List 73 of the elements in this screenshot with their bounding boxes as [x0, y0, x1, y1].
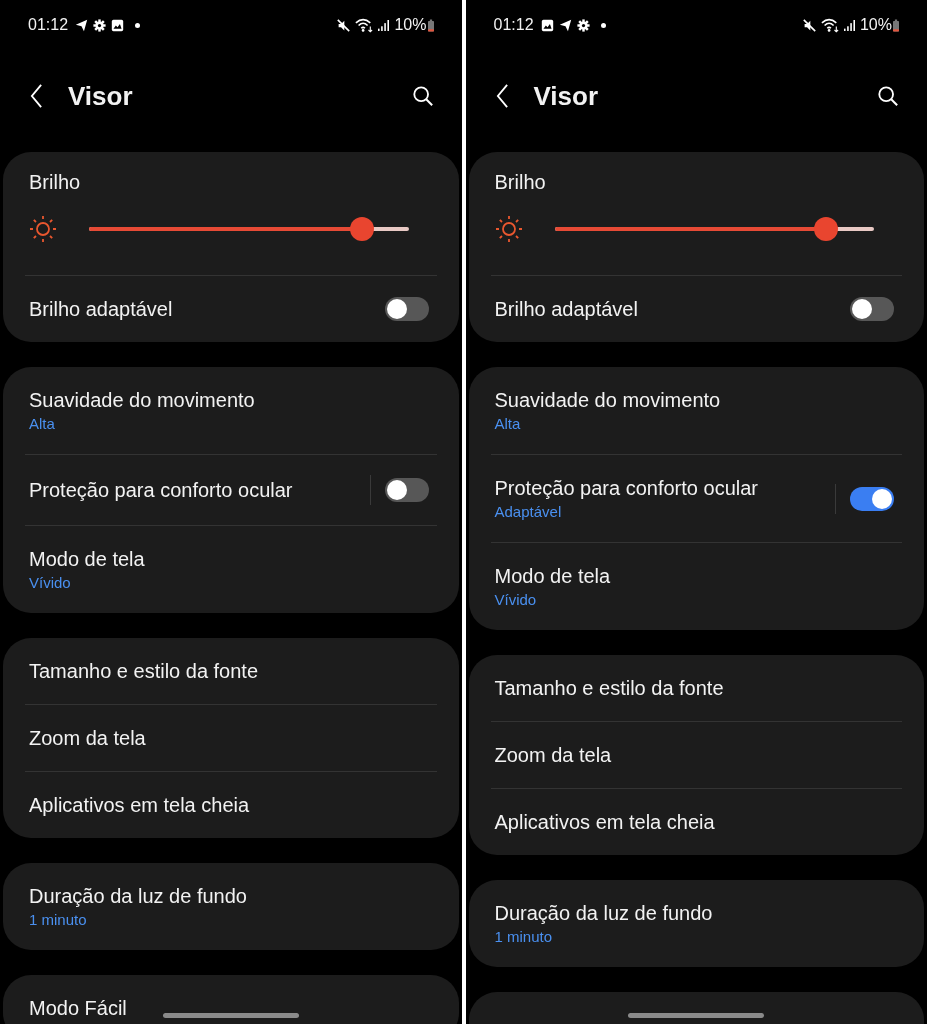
setting-label: Duração da luz de fundo: [29, 884, 247, 909]
setting-label: Tamanho e estilo da fonte: [29, 659, 259, 684]
back-icon[interactable]: [495, 84, 509, 108]
settings-item[interactable]: Duração da luz de fundo 1 minuto: [468, 880, 924, 967]
settings-item[interactable]: Suavidade do movimento Alta: [468, 367, 924, 454]
settings-item[interactable]: Aplicativos em tela cheia: [468, 789, 924, 855]
settings-item[interactable]: Duração da luz de fundo 1 minuto: [3, 863, 459, 950]
setting-label: Tamanho e estilo da fonte: [494, 676, 724, 701]
image-icon: [540, 18, 554, 32]
setting-label: Modo de tela: [494, 564, 611, 589]
brightness-slider[interactable]: [554, 217, 874, 241]
notification-dot-icon: [600, 22, 606, 28]
settings-item[interactable]: Modo de tela Vívido: [3, 526, 459, 613]
page-title: Visor: [533, 80, 599, 112]
setting-label: Modo Fácil: [29, 996, 127, 1021]
setting-label: Duração da luz de fundo: [494, 901, 713, 926]
settings-item[interactable]: Tamanho e estilo da fonte: [3, 638, 459, 704]
setting-label: Suavidade do movimento: [29, 388, 255, 413]
setting-value: Vívido: [494, 590, 537, 610]
toggle-switch[interactable]: [850, 486, 894, 511]
notification-dot-icon: [135, 22, 141, 28]
setting-label: Brilho: [494, 170, 547, 195]
battery-icon: [427, 18, 434, 32]
search-icon[interactable]: [877, 85, 899, 107]
settings-item[interactable]: Modo de tela Vívido: [468, 543, 924, 630]
setting-label: Modo de tela: [29, 547, 145, 572]
settings-icon: [93, 18, 107, 32]
mute-icon: [802, 18, 816, 32]
setting-value: Vívido: [29, 573, 71, 593]
sun-icon: [29, 215, 57, 243]
setting-value: 1 minuto: [29, 910, 87, 930]
setting-label: Zoom da tela: [494, 743, 612, 768]
setting-label: Aplicativos em tela cheia: [494, 810, 715, 835]
battery-icon: [893, 18, 899, 32]
mute-icon: [337, 18, 351, 32]
settings-item[interactable]: Tamanho e estilo da fonte: [468, 655, 924, 721]
toggle-switch[interactable]: [384, 478, 429, 502]
send-icon: [75, 18, 89, 32]
setting-value: 1 minuto: [494, 927, 553, 947]
setting-label: Brilho adaptável: [29, 297, 173, 322]
toggle-switch[interactable]: [384, 297, 429, 321]
search-icon[interactable]: [411, 85, 434, 107]
status-time: 01:12: [28, 16, 69, 34]
settings-icon: [576, 18, 590, 32]
status-time: 01:12: [493, 16, 534, 34]
send-icon: [558, 18, 572, 32]
battery-percent: 10%: [394, 16, 427, 34]
setting-label: Zoom da tela: [29, 726, 146, 751]
setting-label: Aplicativos em tela cheia: [29, 793, 250, 818]
brightness-slider[interactable]: [89, 217, 409, 241]
setting-value: Alta: [29, 414, 55, 434]
setting-label: Proteção para conforto ocular: [494, 476, 758, 501]
setting-label: Brilho adaptável: [494, 297, 638, 322]
settings-item[interactable]: Zoom da tela: [3, 705, 459, 771]
settings-item[interactable]: Zoom da tela: [468, 722, 924, 788]
image-icon: [111, 18, 125, 32]
toggle-switch[interactable]: [850, 297, 894, 321]
signal-icon: [843, 19, 855, 31]
setting-label: Suavidade do movimento: [494, 388, 721, 413]
page-title: Visor: [68, 80, 133, 112]
settings-item[interactable]: Modo Fácil: [3, 975, 459, 1024]
wifi-icon: [355, 17, 374, 33]
wifi-icon: [820, 17, 839, 33]
setting-value: Adaptável: [494, 502, 562, 522]
settings-item[interactable]: Aplicativos em tela cheia: [3, 772, 459, 838]
setting-value: Alta: [494, 414, 521, 434]
setting-label: Brilho: [29, 170, 82, 195]
signal-icon: [378, 19, 390, 31]
setting-label: Proteção para conforto ocular: [29, 478, 293, 503]
battery-percent: 10%: [859, 16, 892, 34]
settings-item[interactable]: Suavidade do movimento Alta: [3, 367, 459, 454]
sun-icon: [494, 215, 523, 243]
back-icon[interactable]: [30, 84, 43, 108]
